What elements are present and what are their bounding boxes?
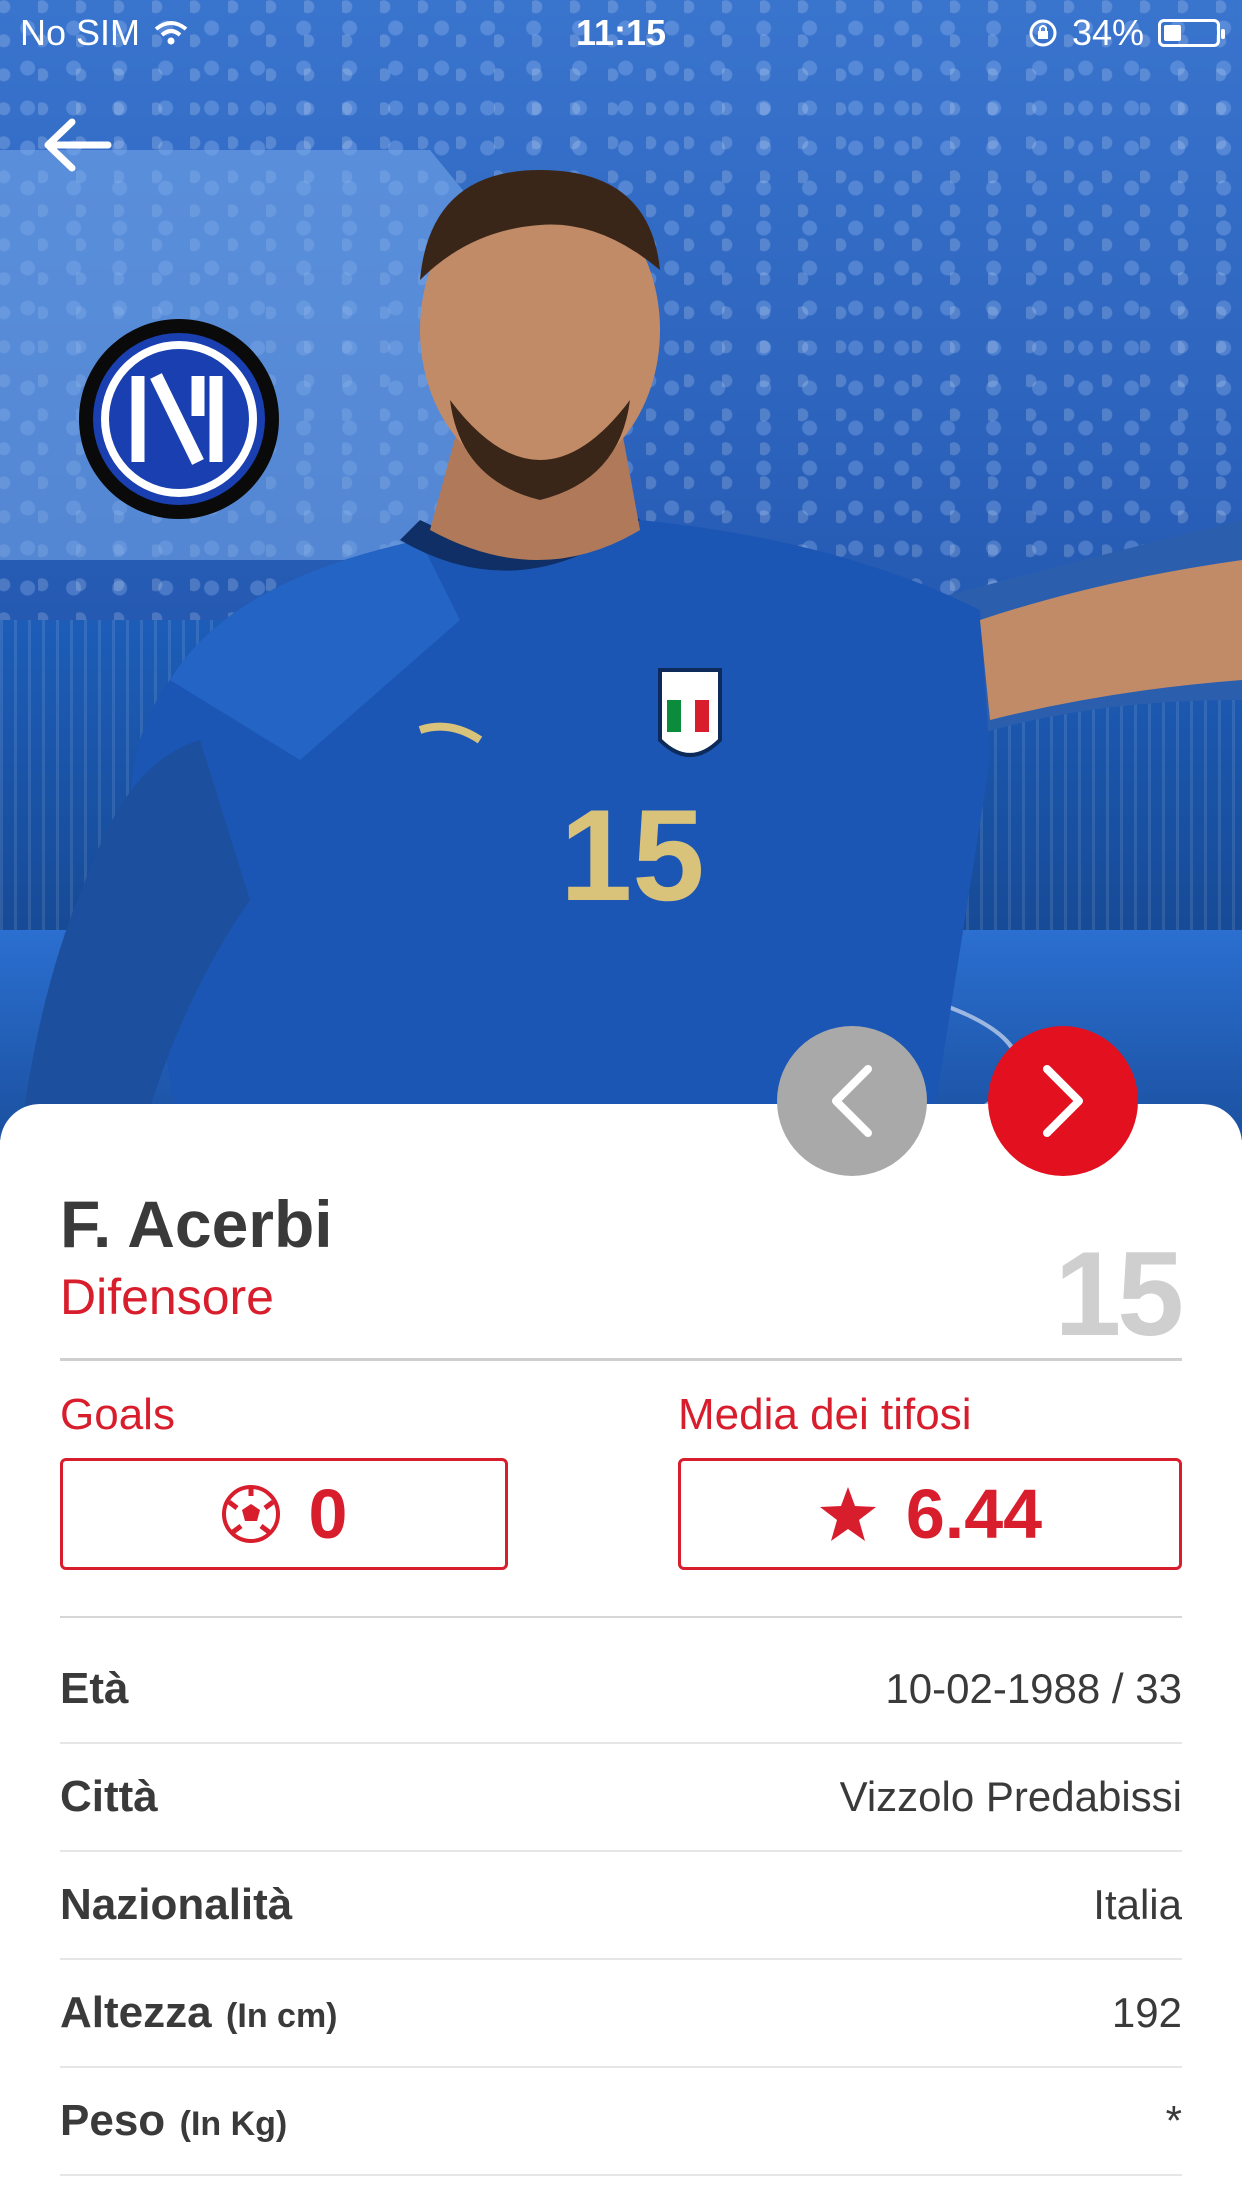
player-name: F. Acerbi (60, 1187, 333, 1261)
detail-label: Altezza (60, 1988, 212, 2037)
rating-box: 6.44 (678, 1458, 1182, 1570)
detail-row-eta: Età 10-02-1988 / 33 (60, 1636, 1182, 1744)
divider (60, 1616, 1182, 1618)
player-number: 15 (1054, 1227, 1184, 1361)
player-photo: 15 (0, 150, 1242, 1140)
player-role: Difensore (60, 1269, 274, 1325)
previous-player-button[interactable] (777, 1026, 927, 1176)
status-bar: No SIM 11:15 34% (0, 0, 1242, 60)
player-detail-screen: 15 No SIM 11:15 34% F. Acerbi Difensore … (0, 0, 1242, 2208)
detail-value: * (1165, 2097, 1182, 2144)
orientation-lock-icon (1029, 19, 1057, 47)
detail-row-citta: Città Vizzolo Predabissi (60, 1744, 1182, 1852)
detail-value: Vizzolo Predabissi (839, 1773, 1182, 1820)
club-logo (79, 319, 279, 519)
battery-level (1164, 25, 1181, 41)
detail-value: 192 (1111, 1989, 1182, 2036)
detail-label: Città (60, 1772, 158, 1821)
detail-value: Italia (1093, 1881, 1182, 1928)
back-arrow-icon[interactable] (38, 110, 118, 180)
chevron-left-icon (832, 1065, 872, 1137)
detail-label: Peso (60, 2096, 166, 2145)
status-right: 34% (1028, 12, 1225, 54)
detail-row-nazionalita: Nazionalità Italia (60, 1852, 1182, 1960)
goals-value: 0 (308, 1475, 348, 1553)
player-hero-image: 15 (0, 0, 1242, 1140)
soccer-ball-icon (221, 1485, 280, 1543)
battery-icon (1158, 19, 1225, 47)
rating-label: Media dei tifosi (678, 1390, 972, 1439)
svg-text:15: 15 (560, 782, 705, 928)
goals-box: 0 (60, 1458, 508, 1570)
detail-row-altezza: Altezza (In cm) 192 (60, 1960, 1182, 2068)
detail-value: 10-02-1988 / 33 (885, 1665, 1182, 1712)
next-player-button[interactable] (988, 1026, 1138, 1176)
detail-unit: (In cm) (226, 1997, 338, 2035)
detail-label: Nazionalità (60, 1880, 293, 1929)
battery-percent: 34% (1071, 12, 1144, 53)
detail-row-peso: Peso (In Kg) * (60, 2068, 1182, 2176)
divider (60, 1358, 1182, 1361)
goals-label: Goals (60, 1390, 175, 1439)
detail-label: Età (60, 1664, 129, 1713)
star-icon (819, 1487, 876, 1541)
chevron-right-icon (1043, 1065, 1083, 1137)
rating-value: 6.44 (905, 1475, 1043, 1553)
detail-unit: (In Kg) (179, 2105, 288, 2143)
